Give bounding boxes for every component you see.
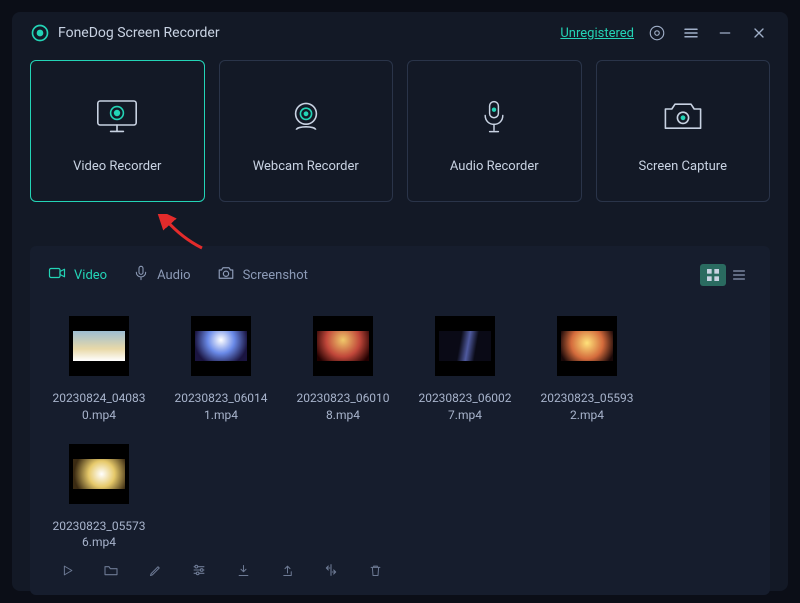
microphone-icon <box>133 265 149 285</box>
titlebar-actions: Unregistered <box>560 22 770 44</box>
item-filename: 20230824_040830.mp4 <box>48 390 150 424</box>
webcam-icon <box>282 97 330 137</box>
recording-item[interactable]: 20230823_060027.mp4 <box>414 316 516 424</box>
tab-video[interactable]: Video <box>48 260 107 290</box>
register-link[interactable]: Unregistered <box>560 26 634 41</box>
monitor-record-icon <box>93 97 141 137</box>
library-panel: Video Audio Screenshot <box>30 246 770 595</box>
camera-icon <box>659 97 707 137</box>
item-filename: 20230823_055736.mp4 <box>48 518 150 552</box>
minimize-icon[interactable] <box>714 22 736 44</box>
download-button[interactable] <box>232 559 254 581</box>
adjust-button[interactable] <box>188 559 210 581</box>
recording-item[interactable]: 20230823_055932.mp4 <box>536 316 638 424</box>
item-filename: 20230823_055932.mp4 <box>536 390 638 424</box>
thumbnail <box>557 316 617 376</box>
mode-label: Video Recorder <box>73 159 161 174</box>
library-tabs: Video Audio Screenshot <box>48 260 752 290</box>
tab-label: Audio <box>157 268 190 283</box>
tab-audio[interactable]: Audio <box>133 261 190 289</box>
thumbnail <box>191 316 251 376</box>
grid-view-button[interactable] <box>700 264 726 286</box>
tab-label: Video <box>74 268 107 283</box>
list-view-button[interactable] <box>726 264 752 286</box>
items-grid: 20230824_040830.mp4 20230823_060141.mp4 … <box>48 290 752 551</box>
camera-icon <box>217 264 235 286</box>
app-window: FoneDog Screen Recorder Unregistered <box>12 12 788 591</box>
tab-label: Screenshot <box>243 268 308 283</box>
convert-button[interactable] <box>320 559 342 581</box>
item-filename: 20230823_060027.mp4 <box>414 390 516 424</box>
thumbnail <box>69 316 129 376</box>
close-icon[interactable] <box>748 22 770 44</box>
recording-item[interactable]: 20230823_060108.mp4 <box>292 316 394 424</box>
item-filename: 20230823_060108.mp4 <box>292 390 394 424</box>
thumbnail <box>69 444 129 504</box>
mode-label: Webcam Recorder <box>253 159 359 174</box>
thumbnail <box>435 316 495 376</box>
mode-audio-recorder[interactable]: Audio Recorder <box>407 60 582 202</box>
item-filename: 20230823_060141.mp4 <box>170 390 272 424</box>
mode-label: Screen Capture <box>639 159 727 174</box>
recording-item[interactable]: 20230824_040830.mp4 <box>48 316 150 424</box>
share-button[interactable] <box>276 559 298 581</box>
view-controls <box>700 264 752 286</box>
menu-icon[interactable] <box>680 22 702 44</box>
folder-button[interactable] <box>100 559 122 581</box>
library-toolbar <box>48 551 752 585</box>
recording-item[interactable]: 20230823_055736.mp4 <box>48 444 150 552</box>
mode-screen-capture[interactable]: Screen Capture <box>596 60 771 202</box>
titlebar: FoneDog Screen Recorder Unregistered <box>12 12 788 52</box>
mode-label: Audio Recorder <box>450 159 539 174</box>
video-icon <box>48 264 66 286</box>
app-title: FoneDog Screen Recorder <box>58 25 220 41</box>
settings-icon[interactable] <box>646 22 668 44</box>
tab-screenshot[interactable]: Screenshot <box>217 260 308 290</box>
mode-grid: Video Recorder Webcam Recorder <box>12 52 788 202</box>
recording-item[interactable]: 20230823_060141.mp4 <box>170 316 272 424</box>
mode-webcam-recorder[interactable]: Webcam Recorder <box>219 60 394 202</box>
edit-button[interactable] <box>144 559 166 581</box>
app-logo: FoneDog Screen Recorder <box>30 23 220 43</box>
delete-button[interactable] <box>364 559 386 581</box>
play-button[interactable] <box>56 559 78 581</box>
microphone-icon <box>470 97 518 137</box>
mode-video-recorder[interactable]: Video Recorder <box>30 60 205 202</box>
app-logo-icon <box>30 23 50 43</box>
thumbnail <box>313 316 373 376</box>
